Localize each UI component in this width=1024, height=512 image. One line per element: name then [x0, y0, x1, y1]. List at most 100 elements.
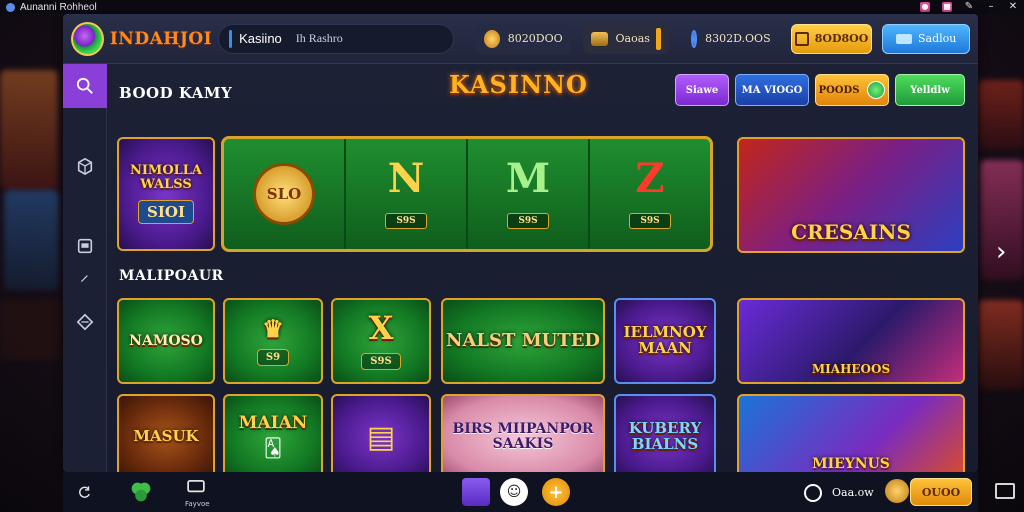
- sidebar-item-search[interactable]: [63, 64, 107, 108]
- slot-reel-banner[interactable]: SLO N S9S M S9S Z S9S: [221, 136, 713, 252]
- coin-balance[interactable]: 8020DOO: [475, 23, 571, 54]
- gem-icon: [690, 29, 698, 48]
- character-icon: ♛: [262, 313, 284, 343]
- game-tile[interactable]: KUBERY BIALNS: [614, 394, 716, 472]
- app-window: INDAHJOI Kasiino 8020DOO Oaoas 8302D.OOS…: [63, 14, 978, 472]
- sidebar-item-edit[interactable]: [63, 268, 107, 288]
- window-title: Aunanni Rohheol: [20, 1, 97, 13]
- level-bar: [655, 27, 661, 50]
- game-title: MIEYNUS: [812, 456, 890, 472]
- game-title: NALST MUTED: [445, 329, 601, 351]
- login-button[interactable]: Sadlou: [882, 23, 970, 54]
- sidebar: [63, 64, 107, 472]
- filter-bar: Siawe MA VIOGO POODS Yelldlw: [675, 74, 965, 106]
- center-logo: KASINNO: [449, 70, 588, 99]
- game-tile[interactable]: MASUK: [117, 394, 215, 472]
- filter-chip-label: POODS: [818, 84, 860, 96]
- search-label: Kasiino: [239, 31, 282, 46]
- game-title: IELMNOY MAAN: [623, 323, 707, 357]
- game-tile-featured[interactable]: CRESAINS: [737, 137, 965, 253]
- search-accent: [229, 29, 233, 48]
- record-icon[interactable]: ●: [920, 2, 930, 12]
- game-tile[interactable]: NIMOLLA WALSS SIOI: [117, 137, 215, 251]
- brand-name: INDAHJOI: [109, 28, 213, 49]
- game-badge: S9: [256, 349, 290, 367]
- background-table: [0, 300, 60, 360]
- deposit-button[interactable]: 8OD8OO: [790, 23, 873, 54]
- chevron-right-icon[interactable]: ›: [996, 238, 1012, 268]
- card-icon: [896, 33, 913, 44]
- game-title: MASUK: [133, 427, 199, 446]
- reel-symbol: Z: [635, 155, 665, 202]
- game-tile[interactable]: NALST MUTED: [441, 298, 605, 384]
- background-slot-machine: [978, 300, 1024, 390]
- cube-icon[interactable]: [462, 478, 490, 506]
- game-tile[interactable]: MIAHEOOS: [737, 298, 965, 384]
- tv-icon[interactable]: [186, 478, 206, 496]
- reel: N S9S: [346, 139, 468, 249]
- edit-icon: [80, 275, 88, 283]
- filter-chip[interactable]: MA VIOGO: [735, 74, 809, 106]
- game-title: MAIAN: [238, 412, 308, 433]
- tv-label: Fayvoe: [185, 500, 210, 508]
- wallet-icon: [794, 31, 809, 46]
- game-tile[interactable]: MIEYNUS: [737, 394, 965, 472]
- add-icon[interactable]: +: [542, 478, 570, 506]
- cards-icon: 🂡: [263, 438, 283, 460]
- game-title: NAMOSO: [129, 332, 203, 349]
- minimize-icon[interactable]: –: [986, 2, 996, 12]
- box-icon: [77, 157, 93, 175]
- reel-value: S9S: [507, 213, 549, 229]
- search-input[interactable]: [295, 31, 396, 46]
- close-icon[interactable]: ✕: [1008, 2, 1018, 12]
- background-screen: [4, 190, 59, 290]
- logo-icon[interactable]: [71, 21, 104, 56]
- top-bar: INDAHJOI Kasiino 8020DOO Oaoas 8302D.OOS…: [63, 14, 978, 64]
- game-tile[interactable]: ▤: [331, 394, 431, 472]
- reel-symbol: M: [505, 155, 551, 202]
- clover-icon[interactable]: [124, 478, 158, 506]
- section-title-featured: BOOD KAMY: [119, 84, 233, 102]
- sidebar-item-screen[interactable]: [63, 224, 107, 268]
- play-button[interactable]: OUOO: [910, 478, 972, 506]
- game-tile[interactable]: MAIAN 🂡: [223, 394, 323, 472]
- filter-chip[interactable]: Siawe: [675, 74, 729, 106]
- game-badge: SIOI: [138, 199, 194, 224]
- support-icon[interactable]: [804, 484, 822, 502]
- game-tile[interactable]: X S9S: [331, 298, 431, 384]
- search-box[interactable]: Kasiino: [218, 23, 454, 54]
- os-title-bar: Aunanni Rohheol ● ■ ✎ – ✕: [0, 0, 1024, 14]
- chest-balance[interactable]: Oaoas: [582, 23, 669, 54]
- game-title: X: [368, 308, 394, 347]
- filter-chip[interactable]: POODS: [815, 74, 889, 106]
- game-tile[interactable]: ♛ S9: [223, 298, 323, 384]
- reel: M S9S: [468, 139, 590, 249]
- app-icon: [6, 2, 15, 12]
- background-slot-machine: [0, 70, 58, 190]
- game-title: MIAHEOOS: [811, 362, 891, 377]
- game-tile[interactable]: IELMNOY MAAN: [614, 298, 716, 384]
- deposit-label: 8OD8OO: [814, 32, 869, 45]
- filter-chip[interactable]: Yelldlw: [895, 74, 965, 106]
- search-icon: [76, 77, 93, 94]
- chat-icon[interactable]: ☺: [500, 478, 528, 506]
- coin-icon: [483, 29, 500, 48]
- sidebar-item-diamond[interactable]: [63, 300, 107, 344]
- game-title: KUBERY BIALNS: [628, 419, 702, 453]
- refresh-icon[interactable]: [78, 485, 92, 499]
- main-content: BOOD KAMY KASINNO Siawe MA VIOGO POODS Y…: [115, 64, 975, 472]
- gem-balance[interactable]: 8302D.OOS: [683, 24, 779, 54]
- pin-icon[interactable]: ✎: [964, 2, 974, 12]
- game-tile[interactable]: BIRS MIIPANPOR SAAKIS: [441, 394, 605, 472]
- gem-balance-value: 8302D.OOS: [705, 32, 771, 45]
- window-icon[interactable]: [995, 483, 1015, 499]
- game-tile[interactable]: NAMOSO: [117, 298, 215, 384]
- reel: SLO: [224, 139, 346, 249]
- checkmark-icon: [867, 81, 886, 99]
- coin-symbol: SLO: [253, 163, 315, 225]
- slot-machine-icon: ▤: [366, 419, 396, 455]
- sidebar-item-box[interactable]: [63, 144, 107, 188]
- coin-icon: [885, 479, 909, 503]
- chest-balance-value: Oaoas: [615, 32, 650, 45]
- camera-icon[interactable]: ■: [942, 2, 952, 12]
